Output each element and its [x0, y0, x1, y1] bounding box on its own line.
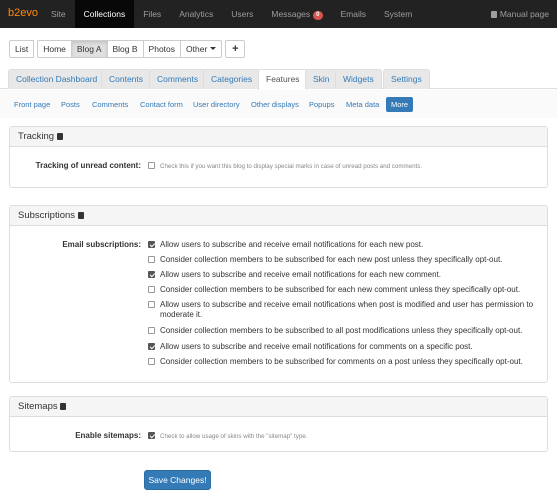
subscription-option-text: Consider collection members to be subscr… [160, 326, 523, 335]
brand-logo[interactable]: b2evo [8, 7, 38, 19]
other-dropdown-button[interactable]: Other [180, 40, 223, 58]
subscription-option-text: Allow users to subscribe and receive ema… [160, 270, 442, 279]
blog-a-button[interactable]: Blog A [70, 40, 108, 58]
subscription-option-text: Consider collection members to be subscr… [160, 357, 523, 366]
sitemaps-panel: Sitemaps Enable sitemaps: Check to allow… [9, 396, 548, 452]
nav-site[interactable]: Site [42, 0, 75, 28]
book-icon[interactable] [77, 212, 84, 219]
subtab-front-page[interactable]: Front page [9, 97, 55, 112]
collection-selector: List Home Blog A Blog B Photos Other + [9, 40, 246, 58]
sitemaps-title: Sitemaps [18, 401, 58, 412]
tab-comments[interactable]: Comments [149, 69, 207, 89]
email-subscriptions-label: Email subscriptions: [62, 240, 141, 249]
photos-button[interactable]: Photos [142, 40, 182, 58]
subscription-checkbox[interactable] [148, 343, 155, 350]
save-changes-button[interactable]: Save Changes! [144, 470, 211, 490]
subtab-user-directory[interactable]: User directory [188, 97, 245, 112]
add-collection-button[interactable]: + [225, 40, 246, 58]
subscriptions-panel-heading: Subscriptions [10, 206, 547, 226]
nav-collections[interactable]: Collections [74, 0, 135, 28]
subscription-option-text: Consider collection members to be subscr… [160, 285, 521, 294]
subtab-other-displays[interactable]: Other displays [246, 97, 304, 112]
subscription-option-text: Consider collection members to be subscr… [160, 255, 503, 264]
subtab-popups[interactable]: Popups [304, 97, 339, 112]
manual-page-link[interactable]: Manual page [490, 0, 549, 28]
tab-widgets[interactable]: Widgets [335, 69, 382, 89]
subscription-option-text: Allow users to subscribe and receive ema… [160, 342, 473, 351]
tracking-title: Tracking [18, 131, 55, 142]
subscription-option-text: Allow users to subscribe and receive ema… [160, 240, 424, 249]
nav-system[interactable]: System [375, 0, 421, 28]
nav-messages-label: Messages [271, 9, 311, 19]
subscription-checkbox[interactable] [148, 358, 155, 365]
subscription-checkbox[interactable] [148, 241, 155, 248]
book-icon[interactable] [56, 133, 63, 140]
tab-skin[interactable]: Skin [305, 69, 338, 89]
sitemaps-checkbox[interactable] [148, 432, 155, 439]
home-button[interactable]: Home [37, 40, 72, 58]
subscription-option-text: Allow users to subscribe and receive ema… [160, 300, 534, 319]
tracking-panel: Tracking Tracking of unread content: Che… [9, 126, 548, 188]
tab-categories[interactable]: Categories [203, 69, 261, 89]
enable-sitemaps-label: Enable sitemaps: [75, 431, 141, 440]
subscription-checkbox[interactable] [148, 271, 155, 278]
nav-analytics[interactable]: Analytics [170, 0, 222, 28]
tracking-label: Tracking of unread content: [35, 161, 141, 170]
subtab-comments[interactable]: Comments [87, 97, 133, 112]
list-button[interactable]: List [9, 40, 35, 58]
tracking-panel-heading: Tracking [10, 127, 547, 147]
subtab-meta-data[interactable]: Meta data [341, 97, 384, 112]
book-icon[interactable] [60, 403, 67, 410]
tab-contents[interactable]: Contents [101, 69, 152, 89]
subscriptions-panel: Subscriptions Email subscriptions: Allow… [9, 205, 548, 383]
collection-tabs: Collection Dashboard Contents Comments C… [0, 68, 557, 90]
nav-emails[interactable]: Emails [332, 0, 376, 28]
tab-features[interactable]: Features [258, 69, 308, 90]
tracking-checkbox[interactable] [148, 162, 155, 169]
subscription-checkbox[interactable] [148, 286, 155, 293]
top-nav: Site Collections Files Analytics Users M… [42, 0, 421, 28]
subscription-checkbox[interactable] [148, 256, 155, 263]
nav-files[interactable]: Files [134, 0, 170, 28]
tracking-note: Check this if you want this blog to disp… [160, 163, 423, 170]
subscription-checkbox[interactable] [148, 301, 155, 308]
manual-page-label: Manual page [499, 9, 549, 19]
other-label: Other [186, 44, 208, 54]
caret-down-icon [210, 47, 217, 50]
messages-badge: 0 [313, 11, 323, 20]
sitemaps-note: Check to allow usage of skins with the "… [160, 433, 308, 440]
sitemaps-panel-heading: Sitemaps [10, 397, 547, 417]
tab-collection-dashboard[interactable]: Collection Dashboard [8, 69, 106, 89]
sub-tabs: Front page Posts Comments Contact form U… [0, 90, 557, 118]
subtab-more[interactable]: More [386, 97, 414, 112]
nav-users[interactable]: Users [222, 0, 262, 28]
subscription-checkbox[interactable] [148, 327, 155, 334]
blog-b-button[interactable]: Blog B [106, 40, 144, 58]
book-icon [490, 11, 497, 18]
nav-messages[interactable]: Messages 0 [262, 0, 331, 28]
subtab-contact-form[interactable]: Contact form [135, 97, 188, 112]
subscriptions-title: Subscriptions [18, 210, 76, 221]
tab-settings[interactable]: Settings [383, 69, 430, 89]
top-navbar: b2evo Site Collections Files Analytics U… [0, 0, 557, 28]
collection-button-group: Home Blog A Blog B Photos Other [37, 40, 223, 58]
subtab-posts[interactable]: Posts [56, 97, 85, 112]
